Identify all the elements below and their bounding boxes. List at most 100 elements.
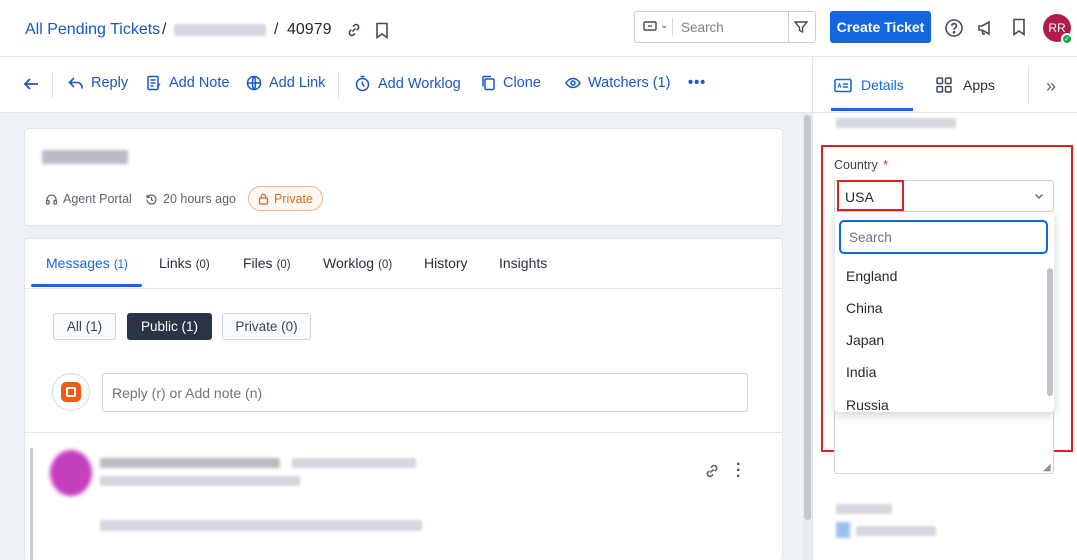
redacted-sender-name bbox=[100, 458, 280, 468]
note-icon bbox=[147, 75, 161, 91]
tab-history[interactable]: History bbox=[424, 255, 468, 271]
link-icon[interactable] bbox=[704, 463, 720, 479]
private-badge-label: Private bbox=[274, 191, 313, 206]
field-textarea[interactable] bbox=[834, 410, 1054, 474]
redacted-message-body bbox=[100, 520, 422, 531]
add-link-button[interactable]: Add Link bbox=[246, 75, 325, 91]
country-option[interactable]: India bbox=[846, 364, 876, 380]
filter-icon[interactable] bbox=[794, 20, 808, 34]
tab-files[interactable]: Files (0) bbox=[243, 255, 291, 271]
kebab-menu-icon[interactable]: · · · bbox=[736, 457, 741, 485]
brand-logo-icon bbox=[52, 373, 90, 411]
ticket-id: 40979 bbox=[287, 21, 332, 38]
top-bar: All Pending Tickets / / 40979 ⌄ Search C… bbox=[0, 0, 1077, 57]
filter-all-button[interactable]: All (1) bbox=[53, 313, 116, 340]
tab-label: Links bbox=[159, 255, 192, 271]
tab-worklog[interactable]: Worklog (0) bbox=[323, 255, 392, 271]
online-status-icon: ✓ bbox=[1061, 33, 1073, 45]
link-icon[interactable] bbox=[344, 20, 364, 40]
country-option[interactable]: China bbox=[846, 300, 883, 316]
add-worklog-button[interactable]: Add Worklog bbox=[354, 75, 461, 92]
ticket-age: 20 hours ago bbox=[145, 192, 236, 206]
divider bbox=[338, 72, 339, 98]
redacted-avatar bbox=[836, 522, 850, 538]
reply-button[interactable]: Reply bbox=[68, 75, 128, 91]
tab-insights[interactable]: Insights bbox=[499, 255, 547, 271]
details-card-icon bbox=[834, 78, 852, 92]
tab-count: (0) bbox=[378, 259, 393, 271]
history-clock-icon bbox=[146, 193, 157, 205]
dropdown-scrollbar-thumb[interactable] bbox=[1047, 268, 1053, 396]
filter-public-button[interactable]: Public (1) bbox=[127, 313, 212, 340]
more-options-button[interactable]: ••• bbox=[688, 75, 706, 91]
chevron-down-icon[interactable] bbox=[1034, 188, 1044, 206]
dropdown-search-input[interactable]: Search bbox=[839, 220, 1048, 254]
add-note-label: Add Note bbox=[169, 75, 230, 91]
stopwatch-icon bbox=[355, 75, 370, 92]
add-note-button[interactable]: Add Note bbox=[146, 75, 229, 91]
country-label-text: Country bbox=[834, 158, 878, 172]
announcement-icon[interactable] bbox=[976, 18, 996, 38]
country-option[interactable]: Russia bbox=[846, 397, 889, 413]
redacted-field-label bbox=[836, 118, 956, 128]
headset-icon bbox=[45, 193, 58, 205]
tab-links[interactable]: Links (0) bbox=[159, 255, 210, 271]
main-scrollbar-thumb[interactable] bbox=[804, 115, 811, 520]
divider bbox=[1028, 66, 1029, 104]
redacted-breadcrumb bbox=[174, 24, 266, 36]
eye-icon bbox=[565, 77, 581, 89]
clone-button[interactable]: Clone bbox=[481, 75, 541, 91]
tab-apps-label: Apps bbox=[963, 77, 995, 93]
tab-label: Insights bbox=[499, 255, 548, 271]
watchers-button[interactable]: Watchers (1) bbox=[565, 75, 670, 91]
redacted-field-value bbox=[856, 526, 936, 536]
back-arrow-icon[interactable] bbox=[22, 76, 40, 92]
redacted-sender-email bbox=[292, 458, 416, 468]
divider bbox=[52, 72, 53, 98]
tab-label: Messages bbox=[46, 255, 110, 271]
clone-icon bbox=[482, 75, 495, 91]
create-ticket-button[interactable]: Create Ticket bbox=[830, 11, 931, 43]
global-search-box[interactable]: ⌄ Search bbox=[634, 11, 816, 43]
apps-grid-icon bbox=[936, 77, 952, 93]
tab-details[interactable]: Details bbox=[834, 77, 904, 93]
reply-label: Reply bbox=[91, 75, 129, 91]
message-thread-line bbox=[30, 448, 33, 560]
private-badge: Private bbox=[248, 186, 323, 211]
tab-count: (0) bbox=[276, 259, 291, 271]
country-option[interactable]: England bbox=[846, 268, 897, 284]
tab-label: History bbox=[424, 255, 468, 271]
reply-icon bbox=[68, 77, 83, 89]
tab-apps[interactable]: Apps bbox=[936, 77, 995, 93]
clone-label: Clone bbox=[503, 75, 541, 91]
divider bbox=[25, 288, 782, 289]
country-option[interactable]: Japan bbox=[846, 332, 884, 348]
collapse-panel-icon[interactable]: » bbox=[1046, 76, 1056, 97]
breadcrumb-separator: / bbox=[274, 21, 279, 38]
tab-label: Files bbox=[243, 255, 273, 271]
bookmark-icon[interactable] bbox=[1012, 18, 1026, 36]
filter-private-button[interactable]: Private (0) bbox=[222, 313, 311, 340]
ticket-header-card bbox=[24, 128, 783, 226]
redacted-ticket-title bbox=[42, 150, 128, 164]
resize-handle-icon[interactable]: ◢ bbox=[1043, 462, 1051, 473]
divider bbox=[25, 432, 782, 433]
selected-value-highlight bbox=[837, 180, 904, 211]
tab-messages[interactable]: Messages (1) bbox=[46, 255, 128, 271]
divider bbox=[788, 12, 789, 42]
ticket-type-icon[interactable] bbox=[643, 20, 657, 32]
help-icon[interactable] bbox=[944, 18, 964, 38]
tab-count: (1) bbox=[113, 259, 128, 271]
lock-icon bbox=[258, 193, 269, 205]
redacted-field-label bbox=[836, 504, 892, 514]
ticket-age-label: 20 hours ago bbox=[163, 192, 236, 206]
tab-count: (0) bbox=[195, 259, 210, 271]
active-tab-indicator bbox=[831, 108, 913, 111]
breadcrumb-all-pending-tickets[interactable]: All Pending Tickets bbox=[25, 21, 160, 39]
chevron-down-icon[interactable]: ⌄ bbox=[660, 20, 668, 31]
reply-input[interactable]: Reply (r) or Add note (n) bbox=[102, 373, 748, 412]
search-input[interactable]: Search bbox=[681, 20, 724, 35]
bookmark-icon[interactable] bbox=[372, 20, 392, 40]
active-tab-indicator bbox=[31, 284, 142, 287]
redacted-message-meta bbox=[100, 476, 300, 486]
